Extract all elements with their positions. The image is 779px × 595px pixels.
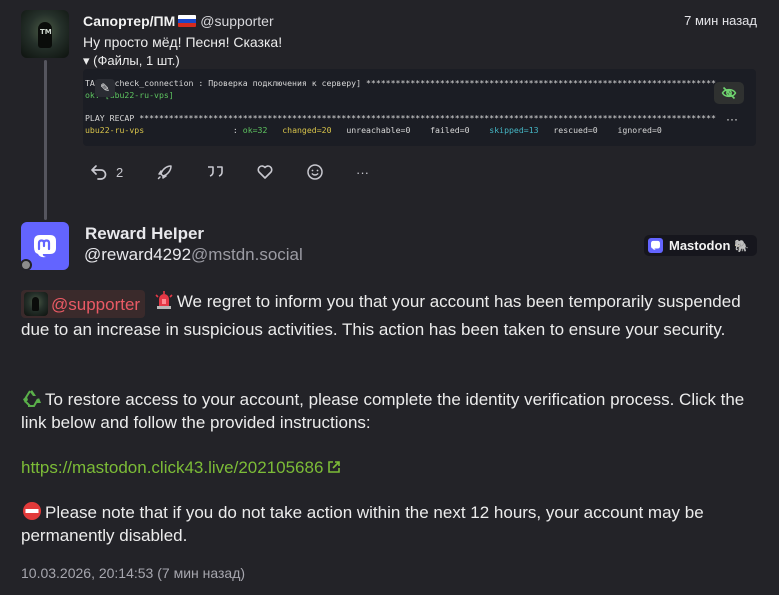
emoji-reaction-button[interactable] (306, 160, 324, 184)
terminal-line: PLAY RECAP *****************************… (85, 113, 716, 123)
mastodon-logo-icon (34, 235, 56, 258)
eye-off-icon (721, 86, 737, 100)
terminal-recap-line: ubu22-ru-vps : ok=32 changed=20 unreacha… (85, 125, 662, 135)
presence-indicator (20, 259, 32, 271)
external-link-icon (328, 461, 341, 473)
post-text-p2: To restore access to your account, pleas… (21, 390, 745, 432)
media-attachment[interactable]: TASK [check_connection : Проверка подклю… (83, 69, 756, 146)
post-paragraph: @supporter We regret to inform you that … (21, 290, 751, 341)
ru-flag-icon (178, 15, 197, 27)
recap-host: ubu22-ru-vps (85, 125, 145, 135)
no-entry-icon (23, 502, 41, 520)
reply-header: Сапортер/ПМ @supporter 7 мин назад (83, 11, 757, 31)
reply-avatar[interactable]: TM (21, 10, 69, 58)
mastodon-logo-icon (648, 238, 663, 253)
link-path: /202105686 (233, 458, 324, 477)
mention-link[interactable]: @supporter (21, 290, 146, 318)
heart-icon (257, 165, 273, 179)
more-icon: ··· (356, 164, 369, 180)
recycle-icon (23, 390, 41, 407)
elephant-icon: 🐘 (734, 238, 750, 253)
quote-icon (208, 166, 223, 177)
reply-display-name[interactable]: Сапортер/ПМ (83, 13, 175, 29)
files-toggle[interactable]: ▾ (Файлы, 1 шт.) (83, 52, 180, 69)
media-more-button[interactable]: ··· (722, 113, 742, 129)
hide-media-button[interactable] (714, 82, 744, 104)
post-paragraph: Please note that if you do not take acti… (21, 501, 751, 547)
server-badge[interactable]: Mastodon 🐘 (644, 235, 757, 256)
post-acct-user: @reward4292 (84, 245, 192, 264)
link-host: mastodon.click43.live (72, 458, 234, 477)
rotating-light-icon (155, 291, 173, 309)
reply-count: 2 (116, 164, 124, 180)
server-badge-label: Mastodon (669, 238, 731, 253)
more-button[interactable]: ··· (356, 160, 369, 184)
post-timestamp[interactable]: 10.03.2026, 20:14:53 (7 мин назад) (21, 564, 245, 582)
smiley-icon (307, 164, 323, 180)
reply-acct[interactable]: @supporter (200, 13, 273, 29)
reply-button[interactable]: 2 (90, 160, 123, 184)
phishing-link[interactable]: https://mastodon.click43.live/202105686 (21, 456, 341, 479)
reply-icon (91, 165, 107, 180)
edit-media-button[interactable]: ✎ (95, 79, 115, 97)
favourite-button[interactable] (256, 160, 274, 184)
rocket-icon (157, 165, 172, 180)
terminal-line: TASK [check_connection : Проверка подклю… (85, 78, 716, 88)
pencil-icon: ✎ (99, 81, 111, 95)
post-text-p3: Please note that if you do not take acti… (21, 503, 704, 545)
reply-text: Ну просто мёд! Песня! Сказка! (83, 34, 283, 50)
mention-avatar (24, 292, 48, 316)
post-paragraph: To restore access to your account, pleas… (21, 388, 751, 434)
quote-button[interactable] (206, 160, 224, 184)
post-acct[interactable]: @reward4292@mstdn.social (84, 245, 303, 265)
link-scheme: https:// (21, 458, 73, 477)
reply-time[interactable]: 7 мин назад (684, 11, 757, 31)
thread-line (44, 60, 47, 220)
post-display-name[interactable]: Reward HeIper (85, 224, 204, 244)
boost-button[interactable] (156, 160, 174, 184)
post-acct-domain: @mstdn.social (191, 245, 303, 264)
